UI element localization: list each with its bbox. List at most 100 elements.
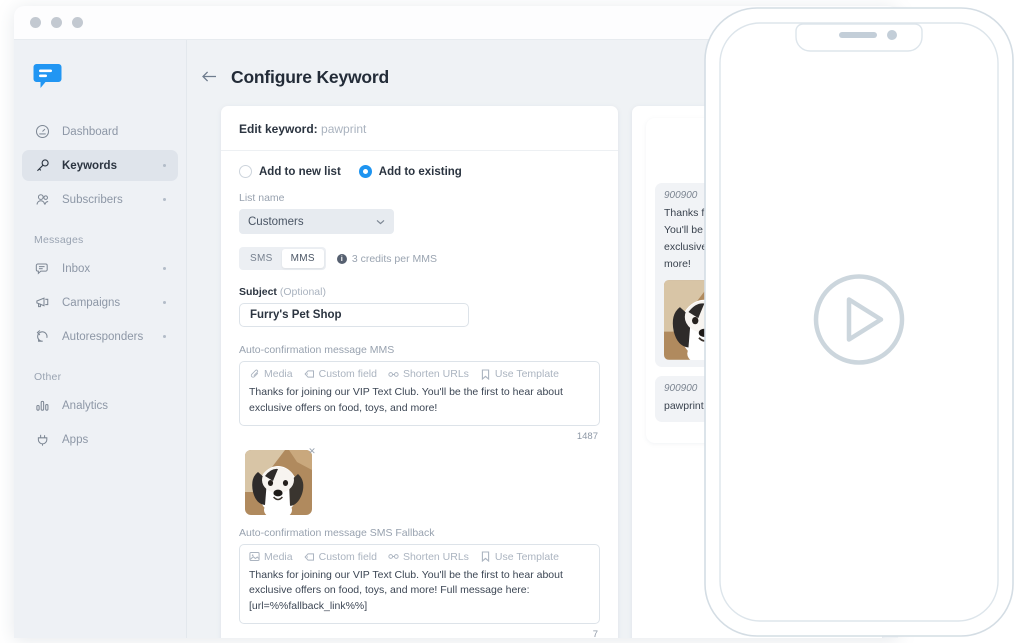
sms-composer-label: Auto-confirmation message SMS Fallback [239, 526, 435, 539]
mms-tool-shorten-urls[interactable]: Shorten URLs [388, 368, 469, 380]
sms-char-counter: 7 [592, 628, 598, 638]
message-type-toggle[interactable]: SMS MMS [239, 247, 326, 270]
sidebar-item-apps[interactable]: Apps [22, 424, 178, 455]
sidebar-item-dot [163, 267, 166, 270]
people-icon [34, 192, 50, 208]
chat-bubble-logo-icon[interactable] [32, 60, 62, 90]
sidebar-item-subscribers[interactable]: Subscribers [22, 184, 178, 215]
card-body: Add to new list Add to existing List nam… [221, 151, 618, 638]
mms-tool-media[interactable]: Media [249, 368, 293, 380]
dog-photo-thumbnail[interactable] [245, 449, 312, 515]
tool-label: Media [264, 368, 293, 380]
tool-label: Shorten URLs [402, 368, 469, 380]
sidebar-item-analytics[interactable]: Analytics [22, 390, 178, 421]
sidebar-item-dashboard[interactable]: Dashboard [22, 116, 178, 147]
mms-char-counter: 1487 [576, 430, 598, 442]
phone-mockup [700, 4, 1018, 640]
message-type-sms[interactable]: SMS [241, 249, 282, 268]
sms-composer-toolbar: Media Custom field Shorten URLs Use Temp… [240, 545, 599, 567]
edit-keyword-value: pawprint [321, 122, 367, 136]
sidebar-item-dot [163, 198, 166, 201]
sms-tool-custom-field[interactable]: Custom field [304, 551, 377, 563]
sidebar-item-label: Inbox [62, 262, 91, 275]
message-type-row: SMS MMS i 3 credits per MMS [239, 247, 600, 270]
mms-composer-toolbar: Media Custom field Shorten URLs Use Temp… [240, 362, 599, 384]
play-circle-icon[interactable] [807, 268, 911, 377]
radio-label: Add to new list [259, 165, 341, 178]
sidebar-group-other-title: Other [34, 371, 62, 383]
reply-loop-icon [34, 329, 50, 345]
radio-circle-icon [239, 165, 252, 178]
sms-tool-media[interactable]: Media [249, 551, 293, 563]
speech-bubble-icon [34, 261, 50, 277]
subject-optional-text: (Optional) [279, 286, 326, 298]
tag-icon [304, 551, 315, 562]
image-icon [249, 551, 260, 562]
sms-fallback-composer[interactable]: Media Custom field Shorten URLs Use Temp… [239, 543, 600, 624]
gauge-icon [34, 124, 50, 140]
radio-label: Add to existing [378, 165, 462, 178]
paperclip-icon [249, 369, 260, 380]
sidebar-item-label: Keywords [62, 159, 117, 172]
edit-keyword-label: Edit keyword: [239, 122, 318, 136]
window-close-dot[interactable] [30, 17, 41, 28]
mms-composer[interactable]: Media Custom field Shorten URLs Use Temp… [239, 361, 600, 426]
sidebar-item-autoresponders[interactable]: Autoresponders [22, 321, 178, 352]
sidebar-item-dot [163, 301, 166, 304]
tag-icon [304, 369, 315, 380]
sms-tool-shorten-urls[interactable]: Shorten URLs [388, 551, 469, 563]
speaker-grill-icon [839, 32, 877, 38]
page-title: Configure Keyword [231, 67, 389, 87]
tool-label: Custom field [318, 368, 377, 380]
sidebar-nav-primary: Dashboard Keywords Subscribers [14, 116, 186, 215]
tool-label: Shorten URLs [402, 550, 469, 563]
subject-value: Furry's Pet Shop [250, 309, 342, 321]
chevron-down-icon [376, 217, 385, 227]
radio-add-to-existing[interactable]: Add to existing [358, 165, 462, 178]
tool-label: Use Template [494, 368, 559, 380]
list-mode-radio-group: Add to new list Add to existing [239, 165, 600, 178]
tool-label: Use Template [494, 550, 559, 563]
attachment-thumbnail-wrap: ✕ [245, 446, 316, 515]
remove-attachment-close-icon[interactable]: ✕ [306, 446, 318, 458]
info-icon[interactable]: i [336, 253, 347, 264]
link-icon [388, 551, 399, 562]
sidebar-item-dot [163, 164, 166, 167]
card-header: Edit keyword: pawprint [221, 106, 618, 151]
window-maximize-dot[interactable] [72, 17, 83, 28]
link-icon [388, 369, 399, 380]
sidebar-item-keywords[interactable]: Keywords [22, 150, 178, 181]
mms-tool-custom-field[interactable]: Custom field [304, 368, 377, 380]
megaphone-icon [34, 295, 50, 311]
credits-note: i 3 credits per MMS [336, 252, 438, 265]
bookmark-icon [480, 551, 491, 562]
sidebar: Dashboard Keywords Subscribers Messages … [14, 40, 187, 638]
credits-note-text: 3 credits per MMS [351, 252, 438, 265]
mms-composer-label: Auto-confirmation message MMS [239, 344, 395, 356]
tool-label: Media [264, 550, 293, 563]
list-name-label: List name [239, 192, 285, 204]
sms-tool-use-template[interactable]: Use Template [480, 551, 559, 563]
list-name-value: Customers [248, 215, 304, 228]
tool-label: Custom field [318, 550, 377, 563]
list-name-select[interactable]: Customers [239, 209, 394, 234]
bar-chart-icon [34, 398, 50, 414]
radio-add-to-new-list[interactable]: Add to new list [239, 165, 341, 178]
front-camera-icon [887, 30, 897, 40]
screenshot-stage: Dashboard Keywords Subscribers Messages … [0, 0, 1024, 643]
mms-message-text[interactable]: Thanks for joining our VIP Text Club. Yo… [240, 384, 599, 425]
sidebar-item-label: Campaigns [62, 296, 121, 309]
sidebar-item-label: Subscribers [62, 193, 123, 206]
sidebar-item-inbox[interactable]: Inbox [22, 253, 178, 284]
plug-icon [34, 432, 50, 448]
window-minimize-dot[interactable] [51, 17, 62, 28]
mms-tool-use-template[interactable]: Use Template [480, 368, 559, 380]
sms-message-text[interactable]: Thanks for joining our VIP Text Club. Yo… [240, 567, 599, 623]
arrow-left-icon[interactable] [201, 69, 217, 86]
sidebar-item-dot [163, 335, 166, 338]
subject-label-text: Subject [239, 286, 277, 298]
subject-input[interactable]: Furry's Pet Shop [239, 303, 469, 327]
sidebar-group-messages-title: Messages [34, 234, 84, 246]
sidebar-item-campaigns[interactable]: Campaigns [22, 287, 178, 318]
message-type-mms[interactable]: MMS [281, 249, 324, 268]
